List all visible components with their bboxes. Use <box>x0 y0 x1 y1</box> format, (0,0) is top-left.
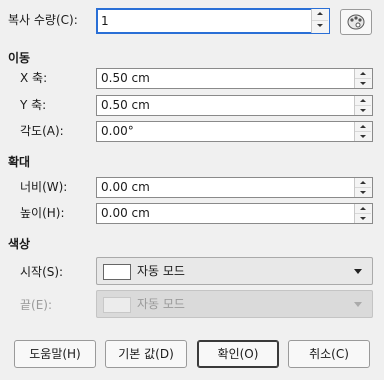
angle-spin-arrows <box>354 122 372 141</box>
width-decrease-button[interactable] <box>355 188 371 197</box>
palette-icon <box>347 14 365 30</box>
x-axis-label: X 축: <box>20 71 48 85</box>
move-heading: 이동 <box>8 51 31 65</box>
angle-label: 각도(A): <box>20 124 64 138</box>
start-color-swatch <box>103 264 131 280</box>
angle-decrease-button[interactable] <box>355 132 371 141</box>
x-axis-spinbox[interactable]: 0.50 cm <box>96 68 373 89</box>
height-label: 높이(H): <box>20 206 65 220</box>
y-axis-spinbox[interactable]: 0.50 cm <box>96 95 373 116</box>
start-color-value: 자동 모드 <box>137 264 185 278</box>
width-spin-arrows <box>354 178 372 197</box>
end-color-dropdown: 자동 모드 <box>96 290 373 318</box>
copies-label: 복사 수량(C): <box>8 13 78 27</box>
chevron-down-icon <box>354 269 362 274</box>
height-increase-button[interactable] <box>355 204 371 214</box>
start-color-label: 시작(S): <box>20 265 64 279</box>
copies-value[interactable]: 1 <box>101 9 109 33</box>
x-axis-decrease-button[interactable] <box>355 79 371 88</box>
width-increase-button[interactable] <box>355 178 371 188</box>
y-axis-spin-arrows <box>354 96 372 115</box>
end-color-value: 자동 모드 <box>137 297 185 311</box>
width-label: 너비(W): <box>20 180 68 194</box>
cancel-button[interactable]: 취소(C) <box>288 340 370 368</box>
x-axis-value[interactable]: 0.50 cm <box>101 69 150 88</box>
copies-decrease-button[interactable] <box>312 21 328 30</box>
copies-spinbox[interactable]: 1 <box>96 8 330 34</box>
y-axis-decrease-button[interactable] <box>355 106 371 115</box>
ok-button[interactable]: 확인(O) <box>197 340 279 368</box>
height-decrease-button[interactable] <box>355 214 371 223</box>
colors-heading: 색상 <box>8 237 31 251</box>
enlarge-heading: 확대 <box>8 155 31 169</box>
start-color-dropdown[interactable]: 자동 모드 <box>96 257 373 285</box>
width-spinbox[interactable]: 0.00 cm <box>96 177 373 198</box>
values-from-selection-button[interactable] <box>340 9 372 35</box>
x-axis-spin-arrows <box>354 69 372 88</box>
height-spinbox[interactable]: 0.00 cm <box>96 203 373 224</box>
y-axis-value[interactable]: 0.50 cm <box>101 96 150 115</box>
defaults-button[interactable]: 기본 값(D) <box>105 340 187 368</box>
angle-spinbox[interactable]: 0.00° <box>96 121 373 142</box>
chevron-down-icon <box>354 302 362 307</box>
end-color-swatch <box>103 297 131 313</box>
height-value[interactable]: 0.00 cm <box>101 204 150 223</box>
angle-value[interactable]: 0.00° <box>101 122 134 141</box>
end-color-label: 끝(E): <box>20 298 53 312</box>
copies-increase-button[interactable] <box>312 9 328 21</box>
help-button[interactable]: 도움말(H) <box>14 340 96 368</box>
height-spin-arrows <box>354 204 372 223</box>
x-axis-increase-button[interactable] <box>355 69 371 79</box>
angle-increase-button[interactable] <box>355 122 371 132</box>
width-value[interactable]: 0.00 cm <box>101 178 150 197</box>
copies-spin-arrows <box>311 9 329 33</box>
y-axis-label: Y 축: <box>20 98 47 112</box>
y-axis-increase-button[interactable] <box>355 96 371 106</box>
